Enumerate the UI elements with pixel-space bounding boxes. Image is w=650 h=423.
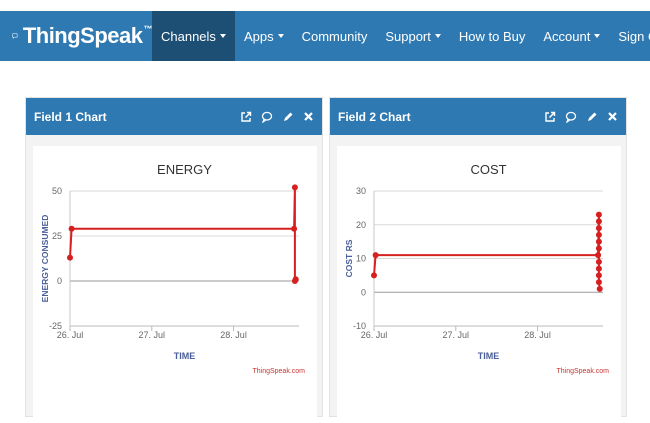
x-axis-title: TIME xyxy=(174,351,196,361)
y-tick-label: 30 xyxy=(356,186,366,196)
caret-down-icon xyxy=(277,34,284,38)
x-tick-label: 27. Jul xyxy=(139,330,166,340)
data-point xyxy=(595,245,602,252)
x-tick-label: 28. Jul xyxy=(524,330,551,340)
data-point xyxy=(67,254,73,261)
nav-account-label: Account xyxy=(543,28,591,44)
top-navbar: ThingSpeak ™ Channels Apps Community Supp… xyxy=(0,0,650,72)
close-icon[interactable] xyxy=(607,111,618,122)
panel-title: Field 1 Chart xyxy=(34,109,107,124)
energy-chart: ENERGY-250255026. Jul 27. Jul 28. JulTIMEE… xyxy=(40,162,305,375)
x-tick-label: 26. Jul xyxy=(57,330,84,340)
panel-header: Field 1 Chart xyxy=(26,98,322,135)
data-point xyxy=(595,231,602,238)
chart-area: ENERGY -25 0 25 50 26. Jul 27. Jul 28. Jul TIME E… xyxy=(33,146,317,418)
caret-down-icon xyxy=(594,34,601,38)
caret-down-icon xyxy=(219,34,226,38)
pencil-icon[interactable] xyxy=(282,111,294,123)
nav-support-label: Support xyxy=(385,28,431,44)
chat-bubble-icon xyxy=(12,33,18,39)
comment-icon[interactable] xyxy=(565,111,577,123)
y-tick-label: 50 xyxy=(52,186,62,196)
external-link-icon[interactable] xyxy=(544,111,556,123)
nav-channels-label: Channels xyxy=(161,28,216,44)
panel-tools xyxy=(240,111,314,123)
chart-area: COST -10 0 10 20 30 26. Jul 27. Jul 28. Jul TIME C… xyxy=(337,146,621,418)
data-point xyxy=(595,252,602,259)
field-1-chart-panel: Field 1 Chart ENERGY -25 0 25 50 26. Jul 27. J… xyxy=(25,97,323,418)
data-point xyxy=(595,218,602,225)
nav-sign-out[interactable]: Sign Out xyxy=(609,11,650,61)
nav-apps[interactable]: Apps xyxy=(235,11,293,61)
data-point xyxy=(596,285,603,292)
panel-header: Field 2 Chart xyxy=(330,98,626,135)
data-point xyxy=(595,258,602,265)
y-tick-label: 10 xyxy=(356,254,366,264)
brand-logo[interactable]: ThingSpeak ™ xyxy=(0,11,152,61)
panel-title: Field 2 Chart xyxy=(338,109,411,124)
x-tick-label: 28. Jul xyxy=(220,330,247,340)
data-point xyxy=(68,225,75,232)
y-tick-label: 0 xyxy=(361,287,366,297)
nav-how-to-buy-label: How to Buy xyxy=(458,28,526,44)
chart-credit: ThingSpeak.com xyxy=(556,368,609,375)
data-point xyxy=(371,272,377,279)
data-point xyxy=(595,272,602,279)
nav-apps-label: Apps xyxy=(243,28,274,44)
nav-community[interactable]: Community xyxy=(293,11,377,61)
y-tick-label: 25 xyxy=(52,231,62,241)
cost-chart: COST-10010203026. Jul 27. Jul 28. JulTIMEC… xyxy=(344,162,609,375)
external-link-icon[interactable] xyxy=(240,111,252,123)
nav-account[interactable]: Account xyxy=(534,11,609,61)
y-axis-title: COST RS xyxy=(344,239,354,277)
chart-credit: ThingSpeak.com xyxy=(252,368,305,375)
field-2-chart-panel: Field 2 Chart COST -10 0 10 20 30 26. Jul 27. J… xyxy=(329,97,627,418)
data-point xyxy=(595,238,602,245)
nav-community-label: Community xyxy=(301,28,368,44)
trademark-mark: ™ xyxy=(143,24,153,34)
y-axis-title: ENERGY CONSUMED xyxy=(40,215,50,303)
navbar-bar: ThingSpeak ™ Channels Apps Community Supp… xyxy=(0,11,650,61)
data-point xyxy=(595,265,602,272)
data-point xyxy=(595,225,602,232)
data-point xyxy=(291,184,298,191)
pencil-icon[interactable] xyxy=(586,111,598,123)
x-tick-label: 27. Jul xyxy=(443,330,470,340)
chart-title: ENERGY xyxy=(157,162,212,177)
series-line xyxy=(373,214,601,290)
data-point xyxy=(372,252,379,259)
data-point xyxy=(291,225,298,232)
comment-icon[interactable] xyxy=(261,111,273,123)
nav-channels[interactable]: Channels xyxy=(152,11,235,61)
x-tick-label: 26. Jul xyxy=(361,330,388,340)
nav-sign-out-label: Sign Out xyxy=(618,28,650,44)
nav-how-to-buy[interactable]: How to Buy xyxy=(450,11,534,61)
panel-tools xyxy=(544,111,618,123)
series-line xyxy=(69,187,297,282)
close-icon[interactable] xyxy=(303,111,314,122)
chart-title: COST xyxy=(470,162,506,177)
caret-down-icon xyxy=(434,34,441,38)
x-axis-title: TIME xyxy=(478,351,500,361)
nav-support[interactable]: Support xyxy=(376,11,450,61)
data-point xyxy=(292,276,299,283)
data-point xyxy=(595,279,602,286)
data-point xyxy=(595,211,602,218)
brand-name: ThingSpeak xyxy=(22,23,143,48)
y-tick-label: 0 xyxy=(57,276,62,286)
y-tick-label: 20 xyxy=(356,220,366,230)
